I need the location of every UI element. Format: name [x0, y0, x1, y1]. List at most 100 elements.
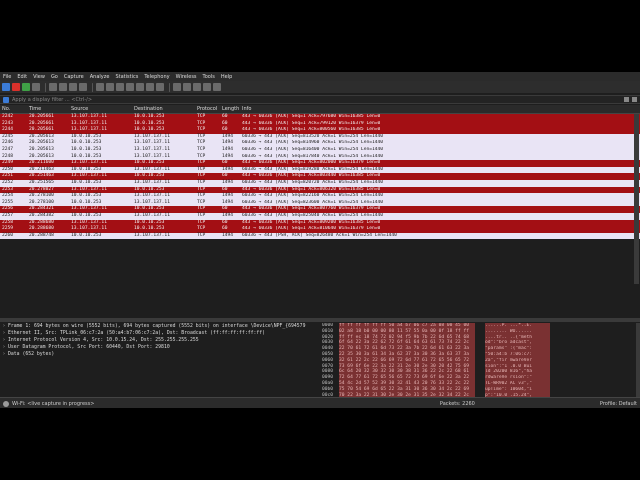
display-filter-bar[interactable]: Apply a display filter ... <Ctrl-/>	[0, 95, 640, 104]
expand-arrow-icon[interactable]: ›	[0, 323, 8, 330]
packet-row[interactable]: 2246 20.205613 10.0.10.253 13.107.137.11 TCP…	[0, 140, 640, 147]
packet-row[interactable]: 2251 20.251463 13.107.137.11 10.0.10.253 TCP…	[0, 173, 640, 180]
cell-source: 13.107.137.11	[71, 206, 107, 212]
packet-row[interactable]: 2260 20.288748 10.0.10.253 13.107.137.11 TCP…	[0, 232, 640, 240]
wireshark-window: File Edit View Go Capture Analyze Statistics Te…	[0, 72, 640, 408]
packet-row[interactable]: 2249 20.211600 13.107.137.11 10.0.10.253 TCP…	[0, 160, 640, 167]
cell-no: 2260	[2, 232, 14, 238]
display-filter-input[interactable]: Apply a display filter ... <Ctrl-/>	[12, 97, 624, 103]
menu-wireless[interactable]: Wireless	[173, 74, 200, 80]
expert-info-icon[interactable]	[3, 400, 9, 407]
cell-length: 60	[222, 114, 228, 119]
cell-no: 2249	[2, 160, 14, 166]
detail-tree-item[interactable]: › Frame 1: 694 bytes on wire (5552 bits),…	[0, 323, 318, 330]
detail-tree-item[interactable]: › Data (652 bytes)	[0, 351, 318, 358]
packet-row[interactable]: 2247 20.205613 10.0.10.253 13.107.137.11 TCP…	[0, 146, 640, 154]
apply-filter-arrow-icon[interactable]	[624, 97, 629, 102]
go-first-icon[interactable]	[136, 83, 144, 91]
packet-row[interactable]: 2242 20.205661 13.107.137.11 10.0.10.253 TCP…	[0, 114, 640, 121]
cell-info: 443 → 60336 [ACK] Seq=1 Ack=803440 Win=1…	[242, 173, 381, 179]
go-forward-icon[interactable]	[116, 83, 124, 91]
cell-length: 60	[222, 226, 228, 232]
cell-no: 2251	[2, 173, 14, 179]
menu-statistics[interactable]: Statistics	[112, 74, 141, 80]
cell-info: 443 → 60336 [ACK] Seq=1 Ack=800560 Win=1…	[242, 127, 381, 133]
expand-arrow-icon[interactable]: ›	[0, 351, 8, 358]
cell-info: 60336 → 443 [ACK] Seq=822160 Ack=1 Win=2…	[242, 193, 384, 199]
column-source[interactable]: Source	[71, 105, 134, 113]
menu-help[interactable]: Help	[218, 74, 235, 80]
menu-capture[interactable]: Capture	[61, 74, 87, 80]
go-last-icon[interactable]	[146, 83, 154, 91]
column-time[interactable]: Time	[29, 105, 71, 113]
expand-arrow-icon[interactable]: ›	[0, 344, 8, 351]
cell-protocol: TCP	[197, 173, 206, 179]
detail-tree-item[interactable]: › Ethernet II, Src: TPLink_06:c7:2a (50:a…	[0, 330, 318, 337]
find-packet-icon[interactable]	[96, 83, 104, 91]
shark-fin-start-icon[interactable]	[2, 83, 10, 91]
close-file-icon[interactable]	[69, 83, 77, 91]
cell-no: 2256	[2, 206, 14, 212]
reload-icon[interactable]	[79, 83, 87, 91]
save-file-icon[interactable]	[59, 83, 67, 91]
go-to-packet-icon[interactable]	[126, 83, 134, 91]
toolbar-separator	[45, 82, 46, 92]
zoom-in-icon[interactable]	[183, 83, 191, 91]
colorize-icon[interactable]	[173, 83, 181, 91]
cell-length: 60	[222, 173, 228, 179]
autoscroll-icon[interactable]	[156, 83, 164, 91]
cell-time: 20.205613	[29, 140, 54, 146]
cell-protocol: TCP	[197, 114, 206, 119]
go-back-icon[interactable]	[106, 83, 114, 91]
open-file-icon[interactable]	[49, 83, 57, 91]
detail-tree-item[interactable]: › Internet Protocol Version 4, Src: 10.0.…	[0, 337, 318, 344]
profile-label[interactable]: Profile: Default	[600, 401, 637, 407]
menu-view[interactable]: View	[30, 74, 48, 80]
bookmark-icon[interactable]	[3, 96, 9, 103]
menu-file[interactable]: File	[0, 74, 14, 80]
packet-row[interactable]: 2254 20.278100 10.0.10.253 13.107.137.11 TCP…	[0, 193, 640, 200]
expand-arrow-icon[interactable]: ›	[0, 330, 8, 337]
restart-capture-icon[interactable]	[22, 83, 30, 91]
cell-info: 60336 → 443 [PSH, ACK] Seq=826480 Ack=1 …	[242, 232, 397, 238]
resize-columns-icon[interactable]	[213, 83, 221, 91]
bytes-pane-scrollbar[interactable]	[636, 323, 640, 408]
cell-time: 20.284321	[29, 206, 54, 212]
packet-row[interactable]: 2244 20.205661 13.107.137.11 10.0.10.253 TCP…	[0, 127, 640, 134]
packet-list-scrollbar[interactable]	[634, 114, 639, 284]
normal-size-icon[interactable]	[203, 83, 211, 91]
detail-tree-item[interactable]: › User Datagram Protocol, Src Port: 60440…	[0, 344, 318, 351]
stop-capture-icon[interactable]	[12, 83, 20, 91]
cell-length: 1494	[222, 193, 234, 199]
cell-protocol: TCP	[197, 127, 206, 133]
cell-destination: 10.0.10.253	[134, 114, 165, 119]
packet-row[interactable]: 2252 20.251565 10.0.10.253 13.107.137.11 TCP…	[0, 179, 640, 187]
zoom-out-icon[interactable]	[193, 83, 201, 91]
packet-row[interactable]: 2256 20.284321 13.107.137.11 10.0.10.253 TCP…	[0, 206, 640, 213]
detail-text: User Datagram Protocol, Src Port: 60440,…	[8, 345, 170, 350]
menu-edit[interactable]: Edit	[14, 74, 30, 80]
column-destination[interactable]: Destination	[134, 105, 197, 113]
column-length[interactable]: Length	[222, 105, 242, 113]
menu-telephony[interactable]: Telephony	[141, 74, 172, 80]
column-protocol[interactable]: Protocol	[197, 105, 222, 113]
packet-row[interactable]: 2259 20.288680 13.107.137.11 10.0.10.253 TCP…	[0, 226, 640, 233]
cell-destination: 13.107.137.11	[134, 179, 170, 185]
menu-tools[interactable]: Tools	[200, 74, 218, 80]
column-info[interactable]: Info	[242, 105, 640, 113]
main-toolbar	[0, 81, 640, 93]
cell-protocol: TCP	[197, 212, 206, 218]
cell-destination: 10.0.10.253	[134, 160, 165, 166]
column-no[interactable]: No.	[0, 105, 29, 113]
cell-protocol: TCP	[197, 206, 206, 212]
expand-arrow-icon[interactable]: ›	[0, 337, 8, 344]
pane-splitter[interactable]	[0, 318, 640, 322]
cell-length: 60	[222, 160, 228, 166]
packet-row[interactable]: 2257 20.284382 10.0.10.253 13.107.137.11 TCP…	[0, 212, 640, 220]
capture-options-icon[interactable]	[32, 83, 40, 91]
menu-go[interactable]: Go	[48, 74, 61, 80]
filter-dropdown-icon[interactable]	[632, 97, 637, 102]
cell-time: 20.288748	[29, 232, 54, 238]
menu-analyze[interactable]: Analyze	[87, 74, 113, 80]
cell-info: 443 → 60336 [ACK] Seq=1 Ack=807760 Win=1…	[242, 206, 381, 212]
